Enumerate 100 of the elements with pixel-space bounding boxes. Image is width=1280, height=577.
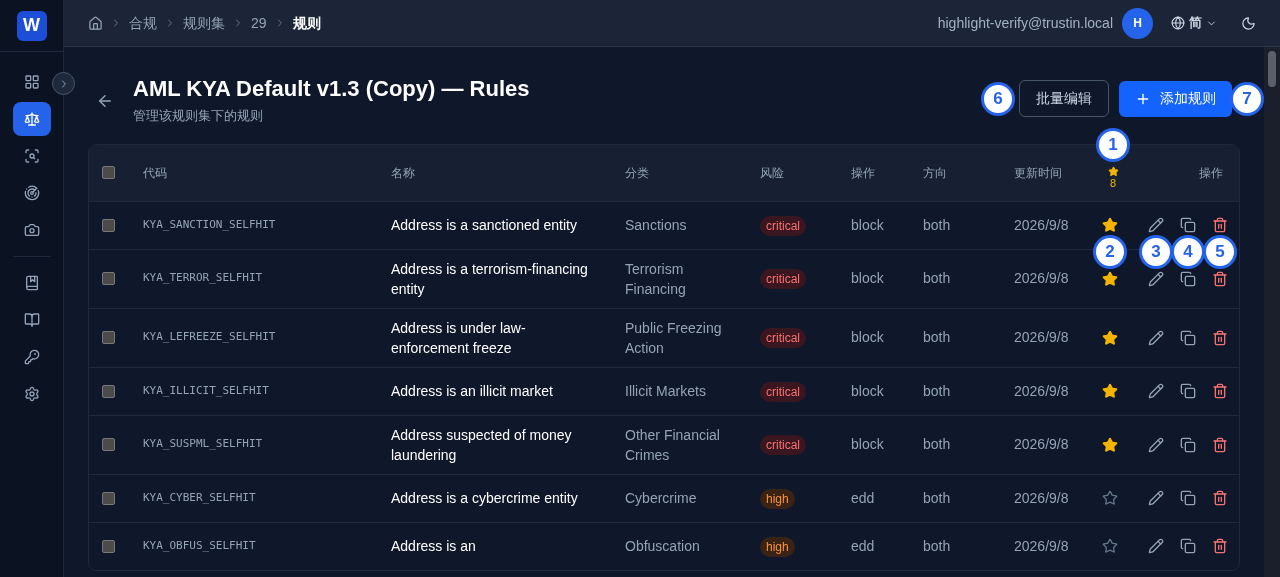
camera-icon	[23, 222, 40, 238]
rule-code: KYA_LEFREEZE_SELFHIT	[143, 329, 277, 346]
updated-date: 2026/9/8	[1014, 381, 1070, 401]
callout-marker: 6	[981, 81, 1015, 116]
rule-direction: both	[923, 435, 952, 454]
rule-category: Public Freezing Action	[625, 318, 723, 358]
favorite-star-icon[interactable]	[1102, 490, 1118, 506]
select-all-checkbox[interactable]	[102, 166, 115, 179]
edit-icon[interactable]	[1148, 538, 1164, 554]
copy-icon[interactable]	[1180, 270, 1196, 287]
callout-marker: 4	[1171, 234, 1205, 269]
delete-icon[interactable]	[1212, 217, 1228, 233]
updated-date: 2026/9/8	[1014, 269, 1070, 288]
rule-name: Address suspected of money laundering	[391, 425, 573, 465]
risk-badge: high	[760, 536, 795, 557]
rule-category: Terrorism Financing	[625, 259, 687, 299]
starred-count: 8	[1109, 176, 1117, 190]
rule-action: edd	[851, 488, 876, 508]
rule-category: Cybercrime	[625, 489, 698, 508]
column-header: 分类	[625, 164, 649, 182]
breadcrumb-link[interactable]: 规则	[292, 12, 321, 34]
column-header: 操作	[1199, 164, 1224, 182]
add-rule-button[interactable]: 添加规则	[1119, 80, 1232, 117]
copy-icon[interactable]	[1180, 329, 1196, 346]
delete-icon[interactable]	[1212, 270, 1228, 287]
rule-name: Address is a cybercrime entity	[391, 489, 579, 508]
copy-icon[interactable]	[1180, 490, 1196, 506]
row-checkbox[interactable]	[102, 272, 115, 285]
copy-icon[interactable]	[1180, 538, 1196, 554]
risk-badge: critical	[760, 269, 806, 289]
collapse-toggle[interactable]	[52, 72, 75, 95]
risk-badge: critical	[760, 435, 806, 455]
row-checkbox[interactable]	[102, 491, 115, 505]
bulk-edit-button[interactable]: 批量编辑	[1019, 80, 1109, 117]
edit-icon[interactable]	[1148, 270, 1164, 287]
edit-icon[interactable]	[1148, 490, 1164, 506]
delete-icon[interactable]	[1212, 490, 1228, 506]
favorite-star-icon[interactable]	[1102, 270, 1118, 287]
edit-icon[interactable]	[1148, 217, 1164, 233]
rule-code: KYA_TERROR_SELFHIT	[143, 270, 264, 287]
breadcrumb-link[interactable]: 合规	[129, 12, 157, 34]
row-checkbox[interactable]	[102, 331, 115, 344]
copy-icon[interactable]	[1180, 436, 1196, 453]
edit-icon[interactable]	[1148, 436, 1164, 453]
column-header: 更新时间	[1014, 164, 1062, 182]
rule-direction: both	[923, 381, 952, 401]
favorite-star-icon[interactable]	[1102, 217, 1118, 233]
edit-icon[interactable]	[1148, 329, 1164, 346]
rule-direction: both	[923, 269, 952, 288]
favorite-star-icon[interactable]	[1102, 329, 1118, 346]
rule-code: KYA_SUSPML_SELFHIT	[143, 436, 264, 453]
language-switcher[interactable]: 简	[1171, 13, 1217, 33]
star-icon	[1107, 165, 1119, 177]
favorite-star-icon[interactable]	[1102, 538, 1118, 554]
rule-direction: both	[923, 215, 952, 235]
row-checkbox[interactable]	[102, 539, 115, 553]
dark-mode-icon[interactable]	[1241, 15, 1256, 31]
rule-name: Address is under law-enforcement freeze	[391, 318, 527, 358]
breadcrumb-link[interactable]: 29	[251, 12, 267, 34]
delete-icon[interactable]	[1212, 538, 1228, 554]
rule-code: KYA_OBFUS_SELFHIT	[143, 537, 257, 554]
updated-date: 2026/9/8	[1014, 435, 1070, 454]
column-header: 风险	[760, 164, 784, 182]
delete-icon[interactable]	[1212, 436, 1228, 453]
delete-icon[interactable]	[1212, 329, 1228, 346]
rule-name: Address is an illicit market	[391, 382, 554, 401]
callout-marker: 5	[1203, 234, 1237, 269]
dashboard-icon	[23, 74, 40, 90]
risk-badge: critical	[760, 328, 806, 348]
user-avatar[interactable]: H	[1122, 7, 1153, 39]
home-icon[interactable]	[88, 15, 103, 31]
scan-icon	[23, 148, 40, 164]
page-title: AML KYA Default v1.3 (Copy) — Rules	[133, 75, 530, 103]
page-subtitle: 管理该规则集下的规则	[133, 107, 264, 125]
bookmark-book-icon	[23, 275, 40, 291]
copy-icon[interactable]	[1180, 217, 1196, 233]
favorite-star-icon[interactable]	[1102, 436, 1118, 453]
delete-icon[interactable]	[1212, 383, 1228, 399]
user-email: highlight-verify@trustin.local	[937, 13, 1113, 33]
app-logo[interactable]: W	[16, 10, 47, 41]
copy-icon[interactable]	[1180, 383, 1196, 399]
breadcrumb-link[interactable]: 规则集	[183, 12, 225, 34]
updated-date: 2026/9/8	[1014, 215, 1070, 235]
risk-badge: critical	[760, 215, 806, 236]
updated-date: 2026/9/8	[1014, 488, 1070, 508]
rule-name: Address is an	[391, 537, 477, 556]
row-checkbox[interactable]	[102, 384, 115, 398]
rule-name: Address is a sanctioned entity	[391, 216, 578, 235]
row-checkbox[interactable]	[102, 218, 115, 232]
updated-date: 2026/9/8	[1014, 328, 1070, 347]
globe-icon	[1171, 16, 1185, 30]
edit-icon[interactable]	[1148, 383, 1164, 399]
rule-code: KYA_ILLICIT_SELFHIT	[143, 382, 270, 399]
row-checkbox[interactable]	[102, 438, 115, 451]
rule-action: block	[851, 269, 885, 288]
favorite-star-icon[interactable]	[1102, 383, 1118, 399]
scrollbar-thumb[interactable]	[1268, 51, 1276, 87]
rule-category: Sanctions	[625, 216, 688, 235]
sidebar-item[interactable]	[12, 102, 51, 136]
rule-action: block	[851, 435, 885, 454]
